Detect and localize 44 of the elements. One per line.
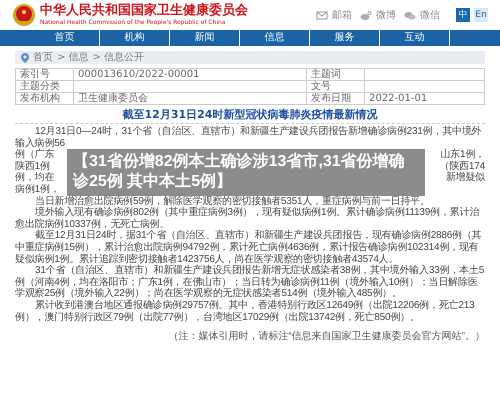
- article-title: 截至12月31日24时新型冠状病毒肺炎疫情最新情况: [122, 108, 378, 121]
- paragraph-text: 病例1例，: [15, 184, 61, 196]
- nav-item[interactable]: 服务: [310, 30, 380, 46]
- header-link[interactable]: 邮箱: [332, 8, 352, 22]
- paragraph-text: 新增疑似: [444, 172, 485, 184]
- table-cell: 卫生健康委员会: [74, 92, 307, 104]
- paragraph-text: 陕西1例: [15, 160, 51, 172]
- nav-item[interactable]: 首页: [30, 30, 100, 46]
- paragraph-text: 例，均在: [15, 172, 56, 184]
- table-cell: 000013610/2022-00001: [74, 68, 307, 80]
- mail-icon[interactable]: [316, 10, 328, 20]
- paragraph-text: 12月31日0—24时，31个省（自治区、直辖市）和新疆生产建设兵团报告新增确诊病例231例，其中境外输入病例56: [15, 126, 483, 149]
- nav-item[interactable]: 新闻: [170, 30, 240, 46]
- breadcrumb-link[interactable]: > 信息公开: [92, 51, 144, 64]
- paragraph-text: 山东1例，: [439, 149, 485, 160]
- paragraph-text: 例（广东: [15, 149, 56, 160]
- note-text: （注：媒体引用时，请标注“信息来自国家卫生健康委员会官方网站”。）: [167, 330, 485, 344]
- paragraph-text: 截至12月31日24时，据31个省（自治区、直辖市）和新疆生产建设兵团报告，现有确诊病例2886例（其中重症病例15例），累计治愈出院病例94792例，累计死亡病例4636例，累计报告确诊病例102314例，现有疑似病例1例。累计追踪到密切接触者1423756人，尚在医学观察的密切接触者43574人。: [15, 230, 483, 265]
- nav-item[interactable]: 信息: [240, 30, 310, 46]
- table-cell: 主题分类: [16, 80, 74, 92]
- language-button[interactable]: En: [474, 8, 488, 22]
- breadcrumb-link[interactable]: 首页: [33, 51, 53, 64]
- paragraph-text: 31个省（自治区、直辖市）和新疆生产建设兵团报告新增无症状感染者38例，其中境外输入33例，本土5例（河南4例，均在洛阳市；广东1例，在佛山市）；当日转为确诊病例11例（境外输入10例）；当日解除医学观察25例（境外输入22例）；尚在医学观察的无症状感染者514例（境外输入485例）。: [15, 265, 485, 300]
- chat-bubbles-icon[interactable]: [404, 10, 416, 20]
- paragraph-text: 当日新增治愈出院病例59例，解除医学观察的密切接触者5351人，重症病例与前一日持平。: [34, 196, 431, 207]
- table-cell: 发布日期: [306, 92, 365, 104]
- paragraph-text: 累计收到港澳台地区通报确诊病例29757例。其中，香港特别行政区12649例（出院12206例，死亡213例），澳门特别行政区79例（出院77例），台湾地区17029例（出院13742例，死亡850例）。: [15, 300, 476, 324]
- table-cell: 2022-01-01: [364, 92, 484, 104]
- site-title: 中华人民共和国国家卫生健康委员会: [40, 4, 248, 19]
- table-cell: 文号: [306, 80, 365, 92]
- nav-item[interactable]: 互动: [380, 30, 450, 46]
- language-button[interactable]: 中: [456, 8, 470, 22]
- table-cell: 索引号: [16, 68, 74, 80]
- breadcrumb-link[interactable]: > 信息: [57, 51, 89, 64]
- paragraph-text: （陕西174: [438, 160, 485, 172]
- header-link[interactable]: 微博: [376, 8, 396, 22]
- table-cell: 发布机构: [16, 92, 74, 104]
- header-link[interactable]: 微信: [420, 8, 440, 22]
- national-emblem-icon: [12, 3, 36, 27]
- headline-overlay: 【31省份增82例本土确诊涉13省市,31省份增确诊25例 其中本土5例】: [67, 149, 425, 196]
- weibo-icon[interactable]: [360, 10, 372, 20]
- paragraph-text: 境外输入现有确诊病例802例（其中重症病例3例），现有疑似病例1例。累计确诊病例11139例，累计治愈出院病例10337例，无死亡病例。: [15, 207, 480, 230]
- table-cell: 主题词: [306, 68, 365, 80]
- nav-item[interactable]: 机构: [100, 30, 170, 46]
